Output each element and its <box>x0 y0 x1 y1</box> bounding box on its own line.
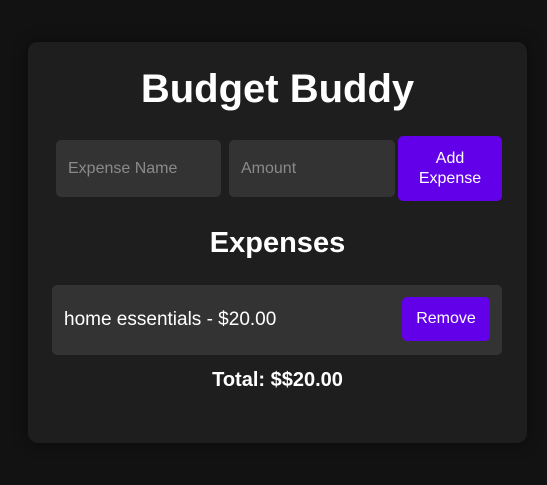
expense-name-input[interactable] <box>56 140 221 197</box>
budget-card: Budget Buddy Add Expense Expenses home e… <box>28 42 527 443</box>
expenses-heading: Expenses <box>209 227 346 259</box>
expense-item-text: home essentials - $20.00 <box>64 309 277 330</box>
expense-list: home essentials - $20.00 Remove <box>52 285 502 355</box>
add-expense-button[interactable]: Add Expense <box>398 136 502 201</box>
add-expense-label-line1: Add <box>435 149 465 167</box>
expense-list-item: home essentials - $20.00 Remove <box>52 285 502 355</box>
app-title: Budget Buddy <box>140 67 415 111</box>
remove-expense-button[interactable]: Remove <box>402 297 490 341</box>
page: Budget Buddy Add Expense Expenses home e… <box>0 0 547 485</box>
total-amount: Total: $$20.00 <box>212 369 343 391</box>
amount-input[interactable] <box>229 140 395 197</box>
add-expense-label-line2: Expense <box>418 169 482 187</box>
